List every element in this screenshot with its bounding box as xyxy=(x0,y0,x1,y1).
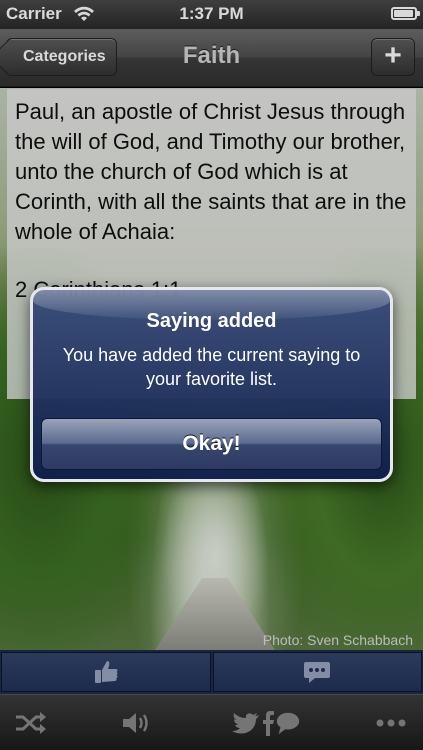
alert-message: You have added the current saying to you… xyxy=(62,345,361,389)
alert-dialog: Saying added You have added the current … xyxy=(30,287,393,482)
alert-title: Saying added xyxy=(146,310,277,332)
okay-button[interactable]: Okay! xyxy=(41,418,382,470)
